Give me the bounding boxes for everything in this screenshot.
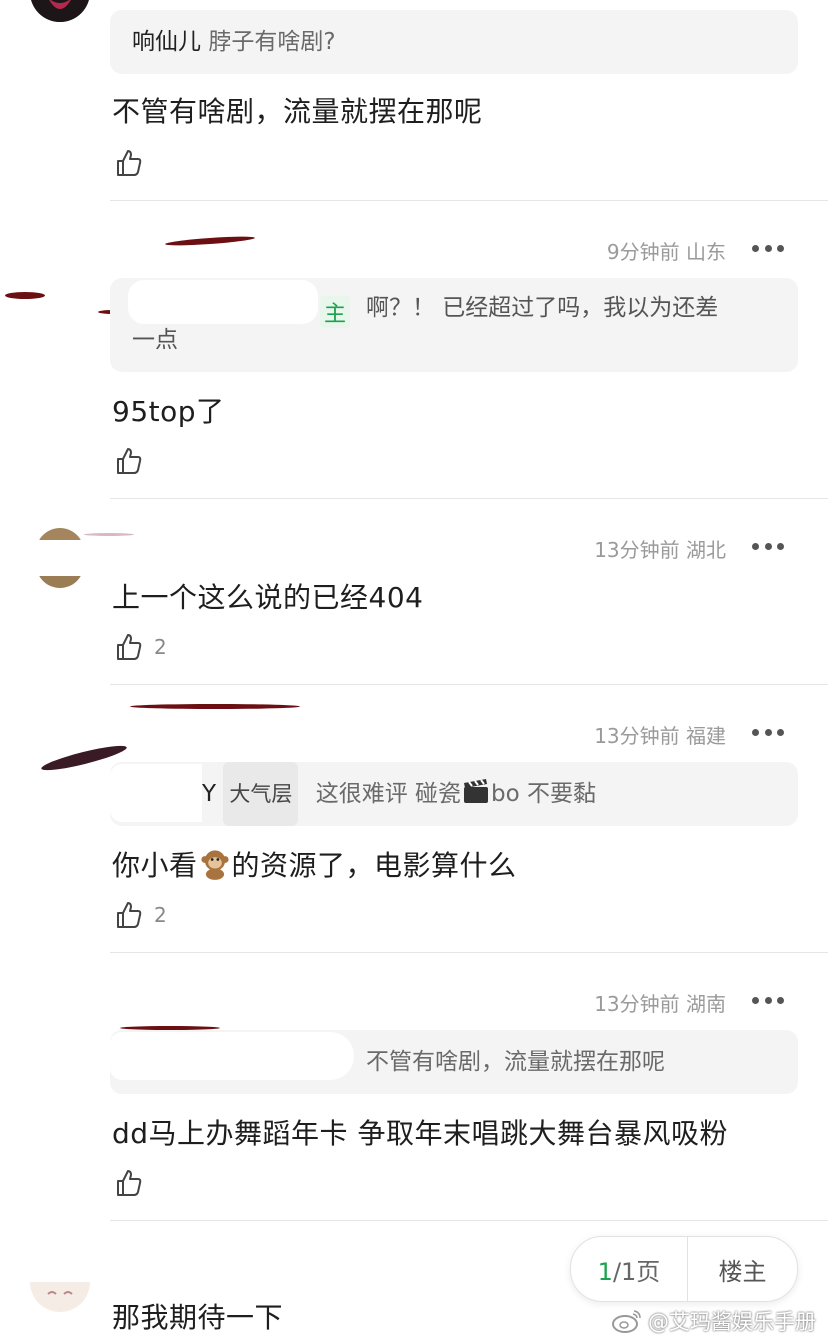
- redaction-mark: [128, 280, 318, 324]
- clapperboard-icon: [464, 779, 488, 803]
- watermark-text: @艾玛酱娱乐手册: [648, 1310, 816, 1334]
- redaction-mark: [164, 234, 256, 248]
- redaction-mark: [130, 704, 300, 709]
- comment-text: 95top了: [112, 395, 225, 428]
- comment-location: 山东: [686, 240, 726, 264]
- owner-badge: 主: [320, 296, 351, 328]
- comment-location: 湖北: [686, 538, 726, 562]
- avatar[interactable]: [36, 528, 84, 588]
- avatar-image: [36, 528, 84, 588]
- quote-line: 一点: [132, 324, 776, 356]
- like-count: 2: [154, 635, 167, 659]
- divider: [110, 684, 828, 685]
- more-icon[interactable]: [752, 995, 784, 1005]
- watermark: @艾玛酱娱乐手册: [612, 1306, 816, 1336]
- thumbs-up-icon: [117, 902, 142, 928]
- quoted-reply[interactable]: Y 大气层 这很难评 碰瓷 bo 不要黏: [110, 762, 798, 826]
- comment-time: 13分钟前: [594, 992, 680, 1016]
- divider: [110, 200, 828, 201]
- quote-text: 一点: [132, 327, 178, 353]
- fan-tag-badge: 大气层: [223, 762, 299, 826]
- weibo-logo-icon: [612, 1310, 641, 1333]
- like-button[interactable]: [114, 1166, 144, 1200]
- more-icon[interactable]: [752, 727, 784, 737]
- avatar[interactable]: [30, 1282, 90, 1312]
- redaction-mark: [110, 1032, 354, 1080]
- more-icon[interactable]: [752, 541, 784, 551]
- comment-meta: 13分钟前 湖北: [594, 534, 726, 563]
- quote-text: 脖子有啥剧?: [208, 29, 336, 55]
- redaction-mark: [84, 533, 134, 536]
- thumbs-up-icon: [117, 634, 142, 660]
- comment-time: 9分钟前: [606, 240, 680, 264]
- thumbs-up-icon: [117, 150, 142, 176]
- page-navigator: 1/1页 楼主: [570, 1236, 798, 1302]
- divider: [110, 498, 828, 499]
- like-count: 2: [154, 903, 167, 927]
- avatar-image: [31, 0, 89, 22]
- like-button[interactable]: [114, 444, 144, 478]
- like-button[interactable]: 2: [114, 898, 167, 932]
- thumbs-up-icon: [117, 448, 142, 474]
- quote-author[interactable]: Y: [202, 781, 216, 807]
- quote-text: bo 不要黏: [491, 781, 596, 807]
- avatar[interactable]: [30, 0, 90, 22]
- comment-time: 13分钟前: [594, 538, 680, 562]
- page-indicator[interactable]: 1/1页: [571, 1252, 687, 1287]
- comment-meta: 13分钟前 福建: [594, 720, 726, 749]
- comment-meta: 13分钟前 湖南: [594, 988, 726, 1017]
- divider: [110, 952, 828, 953]
- page-total: /1页: [612, 1257, 661, 1286]
- comment-text: 那我期待一下: [112, 1301, 284, 1334]
- more-icon[interactable]: [752, 243, 784, 253]
- like-button[interactable]: [114, 146, 144, 180]
- comment-location: 湖南: [686, 992, 726, 1016]
- quote-text: 这很难评 碰瓷: [315, 781, 461, 807]
- thumbs-up-icon: [117, 1170, 142, 1196]
- like-button[interactable]: 2: [114, 630, 167, 664]
- comment-text-part: 你小看: [112, 849, 198, 882]
- comment-text: 你小看 的资源了，电影算什么: [112, 844, 517, 884]
- redaction-mark: [5, 292, 45, 299]
- current-page: 1: [597, 1257, 613, 1286]
- quoted-reply[interactable]: 响仙儿 脖子有啥剧?: [110, 10, 798, 74]
- quote-author[interactable]: 响仙儿: [132, 29, 201, 55]
- monkey-icon: [200, 850, 229, 880]
- comment-location: 福建: [686, 724, 726, 748]
- quote-text: 不管有啥剧，流量就摆在那呢: [366, 1049, 665, 1075]
- quote-text: 啊？！ 已经超过了吗，我以为还差: [366, 295, 719, 321]
- comment-text-part: 的资源了，电影算什么: [231, 849, 517, 882]
- comment-meta: 9分钟前 山东: [607, 236, 726, 265]
- avatar-image: [47, 1291, 73, 1295]
- comment-text: 不管有啥剧，流量就摆在那呢: [112, 95, 483, 128]
- comment-time: 13分钟前: [594, 724, 680, 748]
- owner-only-button[interactable]: 楼主: [688, 1252, 797, 1287]
- comment-text: dd马上办舞蹈年卡 争取年末唱跳大舞台暴风吸粉: [112, 1117, 728, 1150]
- comment-text: 上一个这么说的已经404: [112, 581, 424, 614]
- redaction-mark: [110, 764, 202, 822]
- divider: [110, 1220, 828, 1221]
